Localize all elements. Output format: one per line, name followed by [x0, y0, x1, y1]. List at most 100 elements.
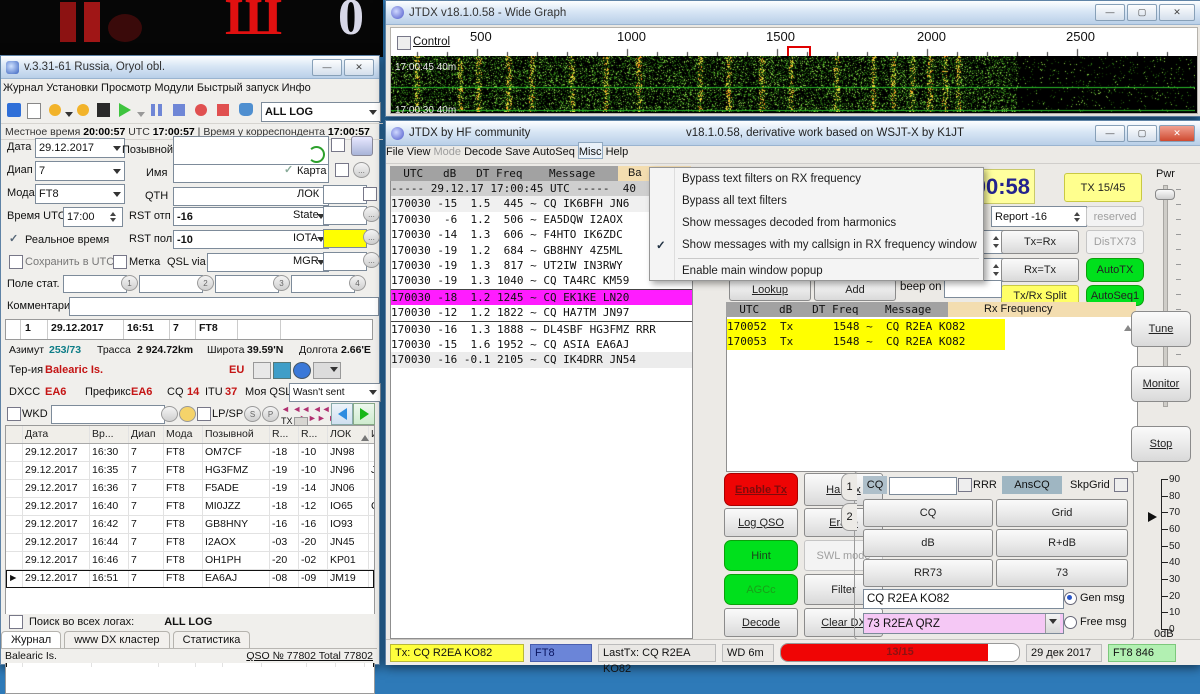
tx-period-button[interactable]: TX 15/45	[1064, 173, 1142, 202]
mode-combo[interactable]: FT8	[35, 184, 125, 204]
window-dropdown-icon[interactable]	[313, 362, 341, 379]
minimize-icon[interactable]: —	[312, 59, 342, 76]
minimize-icon[interactable]: —	[1095, 125, 1125, 142]
menu-file[interactable]: File	[386, 146, 404, 158]
disk-icon[interactable]	[97, 103, 110, 117]
skpgrid-checkbox[interactable]	[1114, 478, 1128, 492]
s-button[interactable]: S	[244, 406, 261, 422]
log-qso-button[interactable]: Log QSO	[724, 508, 798, 537]
decoded-line[interactable]: 170030 -15 1.5 445 ~ CQ IK6BFH JN6	[391, 196, 692, 211]
table-row[interactable]: 29.12.201716:307FT8OM7CF-18-10JN98	[6, 444, 374, 462]
rrr-checkbox[interactable]	[958, 478, 972, 492]
rr73-msg-button[interactable]: RR73	[863, 559, 993, 587]
stop-red-icon[interactable]	[217, 104, 229, 116]
agc-button[interactable]: AGCc	[724, 574, 798, 605]
table-row[interactable]: 29.12.201716:407FT8MI0JZZ-18-12IO65Ch	[6, 498, 374, 516]
pole2-input[interactable]	[139, 275, 203, 293]
decoded-line[interactable]: 170030 -19 1.2 684 ~ GB8HNY 4Z5ML	[391, 243, 692, 258]
table-row[interactable]: 29.12.201716:357FT8HG3FMZ-19-10JN96Jc	[6, 462, 374, 480]
browser-icon[interactable]	[293, 362, 311, 379]
menu-ustanovki[interactable]: Установки	[46, 82, 98, 94]
save-icon[interactable]	[7, 103, 21, 117]
autotx-button[interactable]: AutoTX	[1086, 258, 1144, 282]
table-row[interactable]: ►29.12.201716:517FT8EA6AJ-08-09JM19	[6, 570, 374, 588]
my-qsl-combo[interactable]: Wasn't sent	[289, 383, 381, 402]
grid-msg-button[interactable]: Grid	[996, 499, 1128, 527]
wkd-checkbox[interactable]	[7, 407, 21, 421]
close-icon[interactable]: ✕	[344, 59, 374, 76]
decoded-line[interactable]: 170030 -16 -0.1 2105 ~ CQ IK4DRR JN54	[391, 352, 692, 367]
tune-button[interactable]: Tune	[1131, 311, 1191, 347]
jtdx-titlebar[interactable]: JTDX by HF community v18.1.0.58, derivat…	[386, 121, 1200, 146]
saveutc-checkbox[interactable]	[9, 255, 23, 269]
pole2-button[interactable]: 2	[197, 275, 214, 291]
pole3-input[interactable]	[215, 275, 279, 293]
maximize-icon[interactable]: ▢	[1127, 125, 1157, 142]
menu-prosmotr[interactable]: Просмотр	[101, 82, 151, 94]
pole1-input[interactable]	[63, 275, 127, 293]
decoded-line[interactable]: 170030 -12 1.2 1822 ~ CQ HA7TM JN97	[391, 305, 692, 321]
menu-zhurnal[interactable]: Журнал	[3, 82, 43, 94]
printer-icon[interactable]	[239, 103, 253, 116]
goto-icon[interactable]	[77, 104, 89, 116]
wkd-input[interactable]	[51, 405, 165, 424]
decoded-line[interactable]: ----- 29.12.17 17:00:45 UTC ----- 40	[391, 181, 692, 196]
menu-bystry-zapusk[interactable]: Быстрый запуск	[197, 82, 279, 94]
find-dropdown-icon[interactable]	[65, 112, 73, 121]
pole3-button[interactable]: 3	[273, 275, 290, 291]
free-msg-combo[interactable]: 73 R2EA QRZ	[863, 613, 1064, 634]
menu-help[interactable]: Help	[606, 146, 629, 158]
pole1-button[interactable]: 1	[121, 275, 138, 291]
find-icon[interactable]	[49, 104, 61, 116]
report-spinner[interactable]: Report -16	[991, 206, 1087, 227]
decoded-line[interactable]: 170030 -19 1.3 1040 ~ CQ TA4RC KM59	[391, 273, 692, 289]
new-doc-icon[interactable]	[27, 103, 41, 119]
comment-input[interactable]	[69, 297, 379, 316]
lookup-button[interactable]: Lookup	[729, 279, 811, 301]
state-input[interactable]	[323, 206, 367, 225]
map-checkbox[interactable]	[335, 163, 349, 177]
record-icon[interactable]	[195, 104, 207, 116]
mgr-input[interactable]	[323, 252, 367, 271]
refresh-icon[interactable]	[308, 146, 325, 163]
cq-dir-input[interactable]	[889, 477, 957, 495]
decoded-line[interactable]: 170052 Tx 1548 ~ CQ R2EA KO82	[727, 319, 1005, 334]
decoded-line[interactable]: 170030 -15 1.6 1952 ~ CQ ASIA EA6AJ	[391, 337, 692, 352]
hint-button[interactable]: Hint	[724, 540, 798, 571]
prev-button[interactable]	[331, 403, 353, 425]
tx-eq-rx-button[interactable]: Tx=Rx	[1001, 230, 1079, 254]
band-combo[interactable]: 7	[35, 161, 125, 181]
save-card-icon[interactable]	[351, 136, 373, 156]
wkd-find-button[interactable]	[179, 406, 196, 422]
play-dropdown-icon[interactable]	[137, 112, 145, 121]
close-icon[interactable]: ✕	[1159, 125, 1195, 142]
gen-msg-radio[interactable]	[1064, 592, 1077, 605]
lpsp-checkbox[interactable]	[197, 407, 211, 421]
copy-icon[interactable]	[253, 362, 271, 379]
decoded-line[interactable]: 170030 -19 1.3 817 ~ UT2IW IN3RWY	[391, 258, 692, 273]
cq-msg-button[interactable]: CQ	[863, 499, 993, 527]
pwr-slider-handle[interactable]	[1155, 189, 1175, 200]
table-row[interactable]: 29.12.201716:447FT8I2AOX-03-20JN45	[6, 534, 374, 552]
decoded-line[interactable]: 170030 -18 1.2 1245 ~ CQ EK1KE LN20	[391, 290, 692, 305]
menu-item-bypass-rx[interactable]: Bypass text filters on RX frequency	[650, 168, 983, 190]
menu-info[interactable]: Инфо	[282, 82, 311, 94]
close-icon[interactable]: ✕	[1159, 4, 1195, 21]
db-msg-button[interactable]: dB	[863, 529, 993, 557]
tab-statistika[interactable]: Статистика	[173, 631, 251, 648]
stop-button[interactable]: Stop	[1131, 426, 1191, 462]
freq-scale[interactable]: Control 500 1000 1500 2000 2500	[390, 27, 1198, 57]
menu-decode[interactable]: Decode	[464, 146, 502, 158]
pause-icon[interactable]	[151, 104, 155, 116]
menu-autoseq[interactable]: AutoSeq	[533, 146, 575, 158]
table-row[interactable]: 29.12.201716:427FT8GB8HNY-16-16IO93	[6, 516, 374, 534]
menu-mode[interactable]: Mode	[434, 146, 462, 158]
log-select-combo[interactable]: ALL LOG	[261, 102, 381, 122]
menu-save[interactable]: Save	[505, 146, 530, 158]
date-combo[interactable]: 29.12.2017	[35, 138, 125, 158]
map-preview-icon[interactable]	[273, 362, 291, 379]
callsign-checkbox[interactable]	[331, 138, 345, 152]
menu-item-popup[interactable]: Enable main window popup	[650, 261, 983, 280]
map-more-button[interactable]: ...	[353, 162, 370, 178]
rx-eq-tx-button[interactable]: Rx=Tx	[1001, 258, 1079, 282]
